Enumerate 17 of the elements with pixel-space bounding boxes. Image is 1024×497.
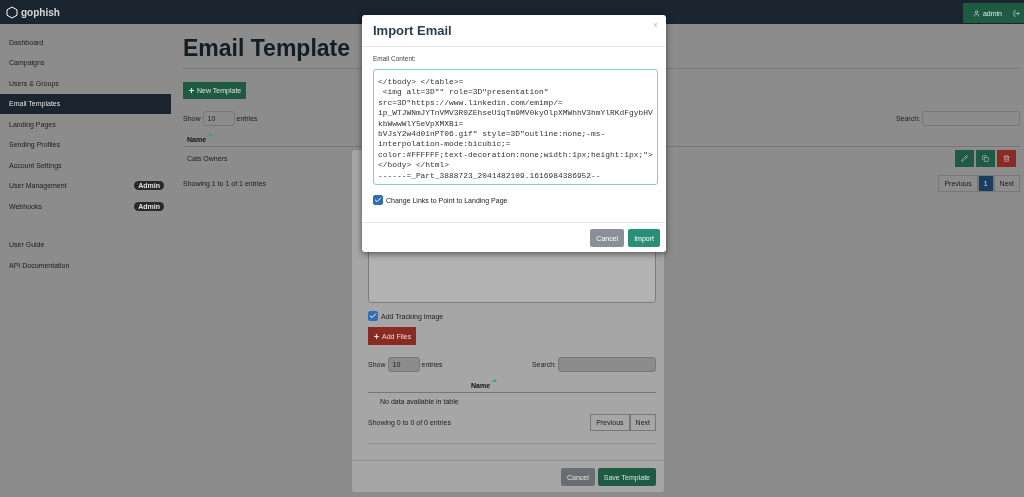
checkbox[interactable]	[368, 311, 378, 321]
logout-icon[interactable]	[1013, 9, 1020, 17]
copy-icon	[982, 155, 989, 162]
dialog-title: Import Email	[373, 23, 452, 38]
hexagon-logo-icon	[6, 5, 18, 19]
search-field[interactable]	[558, 357, 656, 372]
plus-icon	[373, 332, 380, 340]
brand-name: gophish	[21, 6, 60, 18]
delete-button[interactable]	[997, 150, 1016, 167]
copy-button[interactable]	[976, 150, 995, 167]
trash-icon	[1003, 155, 1010, 162]
page-title: Email Template	[183, 34, 351, 63]
plus-icon	[188, 87, 195, 94]
checkbox[interactable]	[373, 195, 383, 205]
pencil-icon	[961, 155, 968, 162]
edit-button[interactable]	[955, 150, 974, 167]
user-icon	[972, 9, 980, 17]
